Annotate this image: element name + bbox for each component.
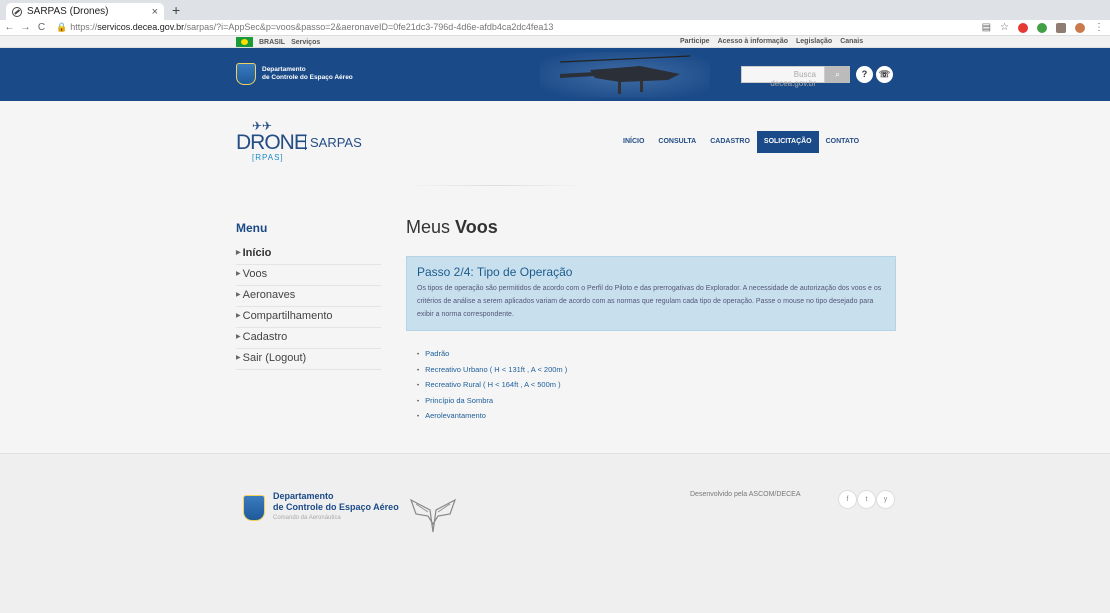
opera-extension-icon[interactable] — [1018, 22, 1028, 33]
brazil-flag-icon — [236, 37, 253, 47]
sidebar-item-aeronaves[interactable]: ▶ Aeronaves — [236, 286, 381, 307]
brasil-link[interactable]: BRASIL — [259, 39, 285, 46]
address-bar: ← → C 🔒 https://servicos.decea.gov.br/sar… — [0, 20, 1110, 36]
step-info-box: Passo 2/4: Tipo de Operação Os tipos de … — [406, 256, 896, 331]
developed-by-text: Desenvolvido pela ASCOM/DECEA — [690, 491, 801, 498]
logo-drone-text: DRONE — [236, 131, 308, 154]
page-title: Meus Voos — [406, 217, 896, 238]
nav-solicitacao[interactable]: SOLICITAÇÃO — [756, 131, 819, 153]
url-scheme: https:// — [70, 22, 98, 32]
footer-org-line1: Departamento — [273, 491, 334, 501]
footer-org-sub: Comando da Aeronáutica — [273, 515, 341, 521]
lock-icon: 🔒 — [56, 22, 68, 32]
nav-consulta[interactable]: CONSULTA — [651, 131, 703, 153]
gov-bar: BRASIL Serviços Participe Acesso à infor… — [0, 36, 1110, 48]
blocked-icon — [12, 6, 22, 17]
header-org-line2: de Controle do Espaço Aéreo — [262, 74, 353, 81]
kebab-menu-icon[interactable]: ⋮ — [1094, 22, 1104, 33]
url-field[interactable]: 🔒 https://servicos.decea.gov.br/sarpas/?i… — [56, 22, 553, 33]
sidebar-item-label: Cadastro — [242, 331, 288, 343]
forward-icon[interactable]: → — [19, 22, 32, 33]
green-extension-icon[interactable] — [1037, 22, 1047, 33]
chat-icon[interactable]: ☏ — [876, 66, 893, 83]
logo-sarpas-text: SARPAS — [305, 135, 362, 150]
caret-right-icon: ▶ — [236, 292, 241, 298]
decea-shield-icon — [236, 63, 256, 85]
gov-link-participe[interactable]: Participe — [680, 38, 710, 45]
gov-link-acesso[interactable]: Acesso à informação — [718, 38, 788, 45]
divider — [406, 185, 586, 186]
sidebar-item-label: Compartilhamento — [242, 310, 333, 322]
url-host: servicos.decea.gov.br — [97, 22, 185, 32]
caret-right-icon: ▶ — [236, 313, 241, 319]
search-button[interactable]: ⌕ — [825, 66, 850, 83]
drone-sarpas-logo[interactable]: ✈✈ DRONE SARPAS [RPAS] — [236, 119, 366, 167]
tab-title: SARPAS (Drones) — [27, 6, 109, 17]
footer-org-line2: de Controle do Espaço Aéreo — [273, 502, 399, 512]
site-footer: Departamento de Controle do Espaço Aéreo… — [0, 453, 1110, 613]
extension-icon[interactable] — [1056, 22, 1066, 33]
twitter-icon[interactable]: t — [857, 490, 876, 509]
sidebar-item-label: Início — [242, 247, 272, 259]
sidebar-item-label: Sair (Logout) — [242, 352, 307, 364]
nav-cadastro[interactable]: CADASTRO — [703, 131, 757, 153]
menu-title: Menu — [236, 221, 268, 235]
decea-shield-icon — [243, 494, 265, 521]
page-title-bold: Voos — [455, 217, 498, 237]
sidebar-item-cadastro[interactable]: ▶ Cadastro — [236, 328, 381, 349]
url-path: /sarpas/?i=AppSec&p=voos&passo=2&aeronav… — [184, 22, 554, 32]
decea-header-logo[interactable]: Departamento de Controle do Espaço Aéreo — [236, 63, 353, 85]
footer-decea-logo[interactable]: Departamento de Controle do Espaço Aéreo… — [243, 491, 399, 524]
reload-icon[interactable]: C — [35, 22, 48, 33]
main-content: Meus Voos Passo 2/4: Tipo de Operação Os… — [406, 217, 896, 425]
sidebar-item-voos[interactable]: ▶ Voos — [236, 265, 381, 286]
gov-link-legislacao[interactable]: Legislação — [796, 38, 832, 45]
helicopter-banner-image — [540, 52, 710, 98]
logo-rpas-text: [RPAS] — [252, 153, 284, 162]
star-icon[interactable]: ☆ — [1000, 22, 1009, 33]
tab-close-icon[interactable]: × — [152, 6, 158, 18]
sidebar-item-inicio[interactable]: ▶ Início — [236, 244, 381, 265]
caret-right-icon: ▶ — [236, 334, 241, 340]
sidebar-item-label: Voos — [242, 268, 268, 280]
main-nav: INÍCIO CONSULTA CADASTRO SOLICITAÇÃO CON… — [616, 131, 866, 153]
operation-option-padrao[interactable]: Padrão — [417, 347, 896, 363]
step-description: Os tipos de operação são permitidos de a… — [417, 285, 882, 318]
site-header: Departamento de Controle do Espaço Aéreo… — [0, 48, 1110, 101]
profile-avatar[interactable] — [1075, 22, 1085, 33]
search-input[interactable]: Busca decea.gov.br — [741, 66, 825, 88]
extensions-area: ▤ ☆ ⋮ — [982, 22, 1104, 33]
gov-link-canais[interactable]: Canais — [840, 38, 863, 45]
header-org-line1: Departamento — [262, 66, 306, 73]
site-navbar: ✈✈ DRONE SARPAS [RPAS] INÍCIO CONSULTA C… — [0, 101, 1110, 187]
facebook-icon[interactable]: f — [838, 490, 857, 509]
nav-inicio[interactable]: INÍCIO — [616, 131, 651, 153]
air-force-eagle-icon — [409, 498, 457, 533]
nav-contato[interactable]: CONTATO — [819, 131, 866, 153]
operation-option-recreativo-urbano[interactable]: Recreativo Urbano ( H < 131ft , A < 200m… — [417, 363, 896, 379]
operation-option-principio-sombra[interactable]: Princípio da Sombra — [417, 394, 896, 410]
caret-right-icon: ▶ — [236, 271, 241, 277]
servicos-link[interactable]: Serviços — [291, 39, 320, 46]
operation-option-aerolevantamento[interactable]: Aerolevantamento — [417, 409, 896, 425]
translate-icon[interactable]: ▤ — [982, 22, 991, 33]
help-icon[interactable]: ? — [856, 66, 873, 83]
sidebar-item-compartilhamento[interactable]: ▶ Compartilhamento — [236, 307, 381, 328]
youtube-icon[interactable]: y — [876, 490, 895, 509]
operation-type-list: Padrão Recreativo Urbano ( H < 131ft , A… — [417, 347, 896, 425]
browser-tabbar: SARPAS (Drones) × + — [0, 0, 1110, 20]
browser-tab[interactable]: SARPAS (Drones) × — [6, 3, 164, 20]
back-icon[interactable]: ← — [3, 22, 16, 33]
new-tab-icon[interactable]: + — [172, 2, 180, 18]
operation-option-recreativo-rural[interactable]: Recreativo Rural ( H < 164ft , A < 500m … — [417, 378, 896, 394]
sidebar-item-label: Aeronaves — [242, 289, 296, 301]
caret-right-icon: ▶ — [236, 250, 241, 256]
sidebar-item-logout[interactable]: ▶ Sair (Logout) — [236, 349, 381, 370]
caret-right-icon: ▶ — [236, 355, 241, 361]
step-title: Passo 2/4: Tipo de Operação — [417, 265, 573, 279]
sidebar-menu: Menu ▶ Início ▶ Voos ▶ Aeronaves ▶ Compartil… — [236, 221, 381, 370]
page-title-prefix: Meus — [406, 217, 456, 237]
